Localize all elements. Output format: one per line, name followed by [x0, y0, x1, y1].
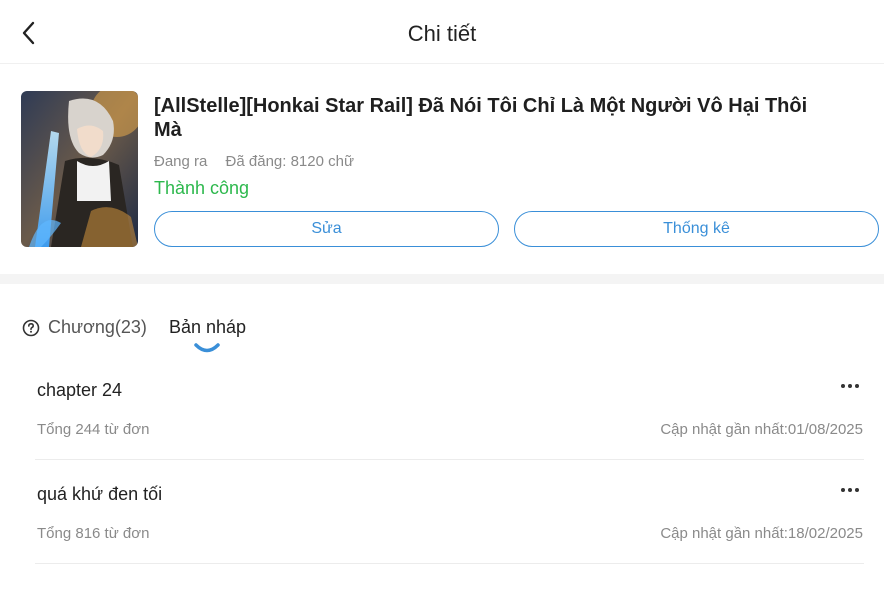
- progress-status: Đang ra: [154, 153, 208, 170]
- more-options-button[interactable]: [836, 374, 864, 398]
- review-status: Thành công: [154, 178, 250, 198]
- story-summary: [AllStelle][Honkai Star Rail] Đã Nói Tôi…: [0, 64, 884, 274]
- more-horizontal-icon: [841, 488, 859, 492]
- posted-word-count: Đã đăng: 8120 chữ: [225, 153, 355, 170]
- story-detail-screen: Chi tiết [AllStelle][Honkai Star Rail] Đ…: [0, 0, 884, 600]
- list-item[interactable]: quá khứ đen tối Tổng 816 từ đơn Cập nhật…: [0, 464, 884, 568]
- draft-list: chapter 24 Tổng 244 từ đơn Cập nhật gần …: [0, 360, 884, 568]
- tab-chapters[interactable]: Chương(23): [22, 317, 147, 338]
- draft-title: chapter 24: [37, 380, 123, 400]
- story-cover-image[interactable]: [21, 91, 138, 247]
- list-item[interactable]: chapter 24 Tổng 244 từ đơn Cập nhật gần …: [0, 360, 884, 464]
- tab-drafts[interactable]: Bản nháp: [169, 317, 246, 338]
- row-divider: [35, 459, 864, 460]
- row-divider: [35, 563, 864, 564]
- section-divider: [0, 274, 884, 284]
- tab-chapters-label: Chương(23): [48, 317, 147, 337]
- story-meta: Đang ra Đã đăng: 8120 chữ: [154, 153, 354, 170]
- draft-last-updated: Cập nhật gần nhất:18/02/2025: [660, 525, 863, 542]
- top-bar: Chi tiết: [0, 0, 884, 64]
- page-title: Chi tiết: [407, 21, 477, 46]
- draft-last-updated: Cập nhật gần nhất:01/08/2025: [660, 421, 863, 438]
- statistics-button[interactable]: Thống kê: [514, 211, 879, 247]
- story-title[interactable]: [AllStelle][Honkai Star Rail] Đã Nói Tôi…: [154, 94, 814, 142]
- draft-title: quá khứ đen tối: [37, 484, 163, 504]
- edit-button[interactable]: Sửa: [154, 211, 499, 247]
- more-options-button[interactable]: [836, 478, 864, 502]
- more-horizontal-icon: [841, 384, 859, 388]
- draft-word-total: Tổng 244 từ đơn: [37, 421, 150, 438]
- active-tab-indicator: [194, 343, 220, 353]
- question-circle-icon[interactable]: [22, 319, 40, 337]
- tab-bar: Chương(23) Bản nháp: [0, 300, 884, 360]
- draft-word-total: Tổng 816 từ đơn: [37, 525, 150, 542]
